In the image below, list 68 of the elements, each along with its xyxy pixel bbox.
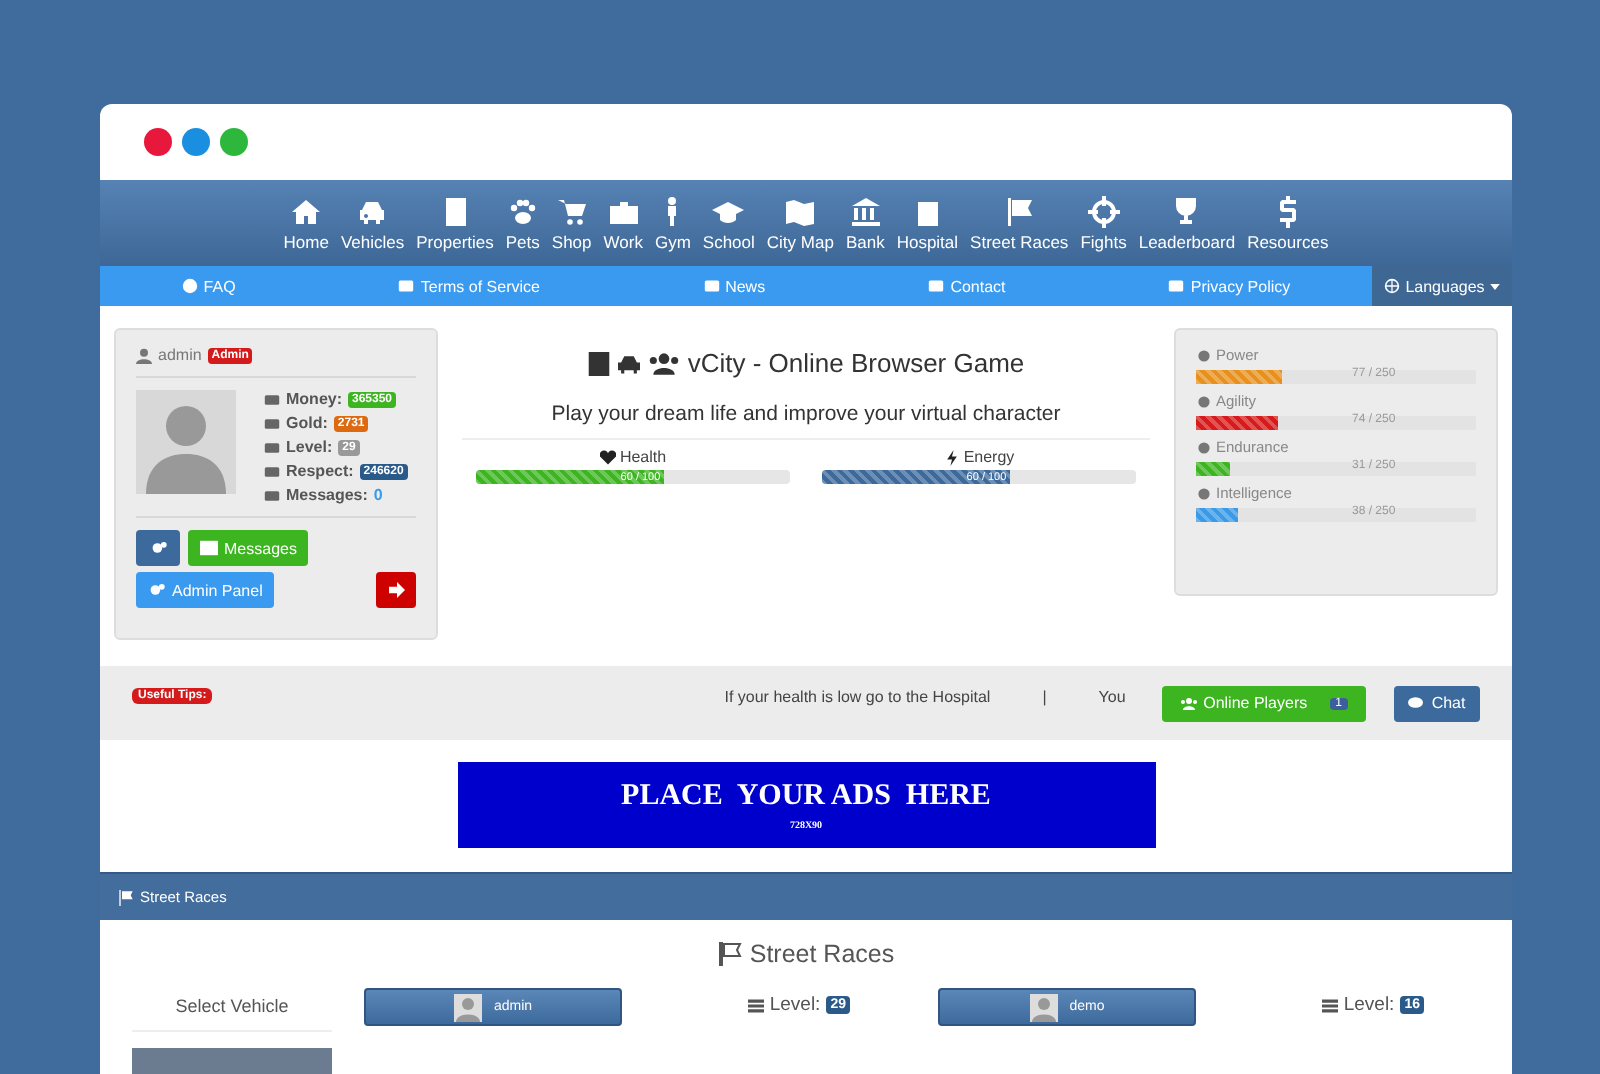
sign-out-icon: [387, 582, 405, 598]
stat-label: Messages:: [286, 486, 368, 504]
nav-link[interactable]: Bank: [845, 195, 885, 251]
separator-text: |: [1042, 688, 1047, 706]
nav-link[interactable]: City Map: [766, 195, 834, 251]
select-vehicle-label: Select Vehicle: [132, 988, 332, 1032]
admin-panel-button[interactable]: Admin Panel: [136, 572, 275, 608]
you-text: You: [1098, 688, 1126, 706]
globe-icon: [1383, 278, 1400, 294]
caret-icon: [1490, 283, 1501, 289]
nav-link[interactable]: Vehicles: [340, 195, 405, 251]
sub-nav-link[interactable]: FAQ: [181, 277, 236, 295]
nav-link[interactable]: Home: [283, 195, 329, 251]
ad-headline: PLACE YOUR ADS HERE: [621, 779, 991, 813]
car-icon: [617, 351, 640, 375]
nav-link[interactable]: School: [702, 195, 755, 251]
user-icon: [136, 347, 152, 363]
window-control-dot[interactable]: [220, 128, 248, 156]
map-icon: [784, 195, 817, 227]
races-title: Street Races: [749, 940, 895, 968]
window-control-dot[interactable]: [182, 128, 210, 156]
meter-label: Energy: [963, 448, 1015, 466]
sub-nav-link[interactable]: Contact: [928, 277, 1006, 295]
meter-label: Health: [619, 448, 667, 466]
crosshair-icon: [1087, 195, 1120, 227]
sub-nav-link[interactable]: Terms of Service: [398, 277, 540, 295]
sub-nav-link[interactable]: News: [703, 277, 766, 295]
person-icon: [666, 195, 679, 227]
stat-label: Level:: [286, 438, 333, 456]
users-icon: [1179, 695, 1198, 711]
game-title: vCity - Online Browser Game: [687, 348, 1025, 378]
game-subtitle: Play your dream life and improve your virtual character: [462, 402, 1150, 440]
window-control-dot[interactable]: [144, 128, 172, 156]
building-icon: [587, 351, 610, 375]
nav-link[interactable]: Resources: [1247, 195, 1329, 251]
comments-icon: [1407, 695, 1426, 711]
nav-link[interactable]: Pets: [505, 195, 540, 251]
nav-link[interactable]: Leaderboard: [1138, 195, 1236, 251]
level-label: Level:: [769, 994, 821, 1016]
home-icon: [290, 195, 323, 227]
users-icon: [647, 351, 680, 375]
stat-label: Money:: [286, 390, 342, 408]
cart-icon: [555, 195, 588, 227]
paw-icon: [506, 195, 539, 227]
username: admin: [158, 346, 202, 364]
avatar-silhouette: [136, 390, 236, 494]
nav-link[interactable]: Work: [603, 195, 643, 251]
nav-link[interactable]: Fights: [1080, 195, 1127, 251]
stat-label: Gold:: [286, 414, 328, 432]
avatar-silhouette: [453, 993, 482, 1021]
tip-text: If your health is low go to the Hospital: [724, 688, 991, 706]
nav-link[interactable]: Hospital: [896, 195, 959, 251]
nav-link[interactable]: Shop: [551, 195, 592, 251]
nav-link[interactable]: Gym: [654, 195, 691, 251]
bank-icon: [849, 195, 882, 227]
languages-dropdown[interactable]: Languages: [1372, 266, 1512, 306]
heart-icon: [599, 449, 616, 465]
logout-button[interactable]: [376, 572, 416, 608]
nav-link[interactable]: Street Races: [970, 195, 1069, 251]
bolt-icon: [943, 449, 960, 465]
sub-nav-link[interactable]: Privacy Policy: [1168, 277, 1291, 295]
stat-label: Respect:: [286, 462, 354, 480]
chat-button[interactable]: Chat: [1393, 685, 1480, 721]
avatar-silhouette: [1029, 993, 1058, 1021]
nav-link[interactable]: Properties: [416, 195, 494, 251]
messages-button[interactable]: Messages: [188, 530, 309, 566]
level-label: Level:: [1343, 994, 1395, 1016]
settings-button[interactable]: [136, 530, 180, 566]
